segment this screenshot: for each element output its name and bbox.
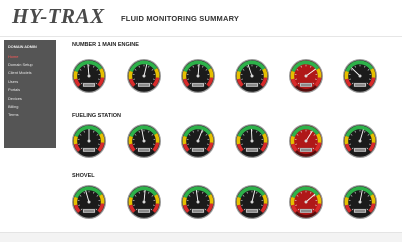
gauge-dial[interactable]: [234, 184, 270, 220]
gauge-dial[interactable]: [71, 58, 107, 94]
sidebar-item-devices[interactable]: Devices: [4, 94, 56, 102]
page-title: FLUID MONITORING SUMMARY: [121, 14, 239, 23]
sidebar-item-portals[interactable]: Portals: [4, 86, 56, 94]
gauge-dial[interactable]: [126, 58, 162, 94]
gauge-dial[interactable]: [126, 184, 162, 220]
gauge-dial[interactable]: [180, 58, 216, 94]
sidebar-nav: DOMAIN ADMIN Home Domain Setup Client Mo…: [4, 40, 56, 148]
gauge-svg: [342, 58, 378, 94]
gauge-dial[interactable]: [71, 123, 107, 159]
gauge-dial[interactable]: [288, 184, 324, 220]
sidebar-item-billing[interactable]: Billing: [4, 102, 56, 110]
gauge-svg: [288, 123, 324, 159]
sidebar-item-users[interactable]: Users: [4, 77, 56, 85]
gauge-svg: [234, 123, 270, 159]
gauge-dial[interactable]: [71, 184, 107, 220]
gauge-svg: [126, 184, 162, 220]
gauge-dial[interactable]: [288, 123, 324, 159]
section-title-shovel: SHOVEL: [72, 173, 95, 179]
app-logo[interactable]: HY-TRAX: [12, 4, 105, 29]
sidebar-item-home[interactable]: Home: [4, 52, 56, 60]
sidebar-item-domain-setup[interactable]: Domain Setup: [4, 60, 56, 68]
gauge-svg: [180, 123, 216, 159]
gauge-dial[interactable]: [180, 123, 216, 159]
gauge-svg: [288, 184, 324, 220]
section-title-fueling-station: FUELING STATION: [72, 113, 121, 119]
gauge-dial[interactable]: [126, 123, 162, 159]
gauge-svg: [234, 184, 270, 220]
gauge-svg: [126, 123, 162, 159]
gauge-svg: [342, 123, 378, 159]
gauge-dial[interactable]: [342, 184, 378, 220]
gauge-svg: [180, 58, 216, 94]
gauge-dial[interactable]: [234, 58, 270, 94]
sidebar-item-client-models[interactable]: Client Models: [4, 69, 56, 77]
section-title-main-engine: NUMBER 1 MAIN ENGINE: [72, 42, 139, 48]
gauge-svg: [180, 184, 216, 220]
gauge-svg: [126, 58, 162, 94]
top-bar: HY-TRAX FLUID MONITORING SUMMARY: [0, 0, 402, 37]
gauge-dial[interactable]: [234, 123, 270, 159]
sidebar-header: DOMAIN ADMIN: [4, 40, 56, 52]
gauge-svg: [71, 123, 107, 159]
gauge-dial[interactable]: [342, 58, 378, 94]
gauge-svg: [342, 184, 378, 220]
gauge-dial[interactable]: [288, 58, 324, 94]
gauge-svg: [71, 58, 107, 94]
gauge-dial[interactable]: [342, 123, 378, 159]
sidebar-item-terms[interactable]: Terms: [4, 111, 56, 119]
gauge-dial[interactable]: [180, 184, 216, 220]
gauge-svg: [288, 58, 324, 94]
gauge-svg: [71, 184, 107, 220]
gauge-svg: [234, 58, 270, 94]
